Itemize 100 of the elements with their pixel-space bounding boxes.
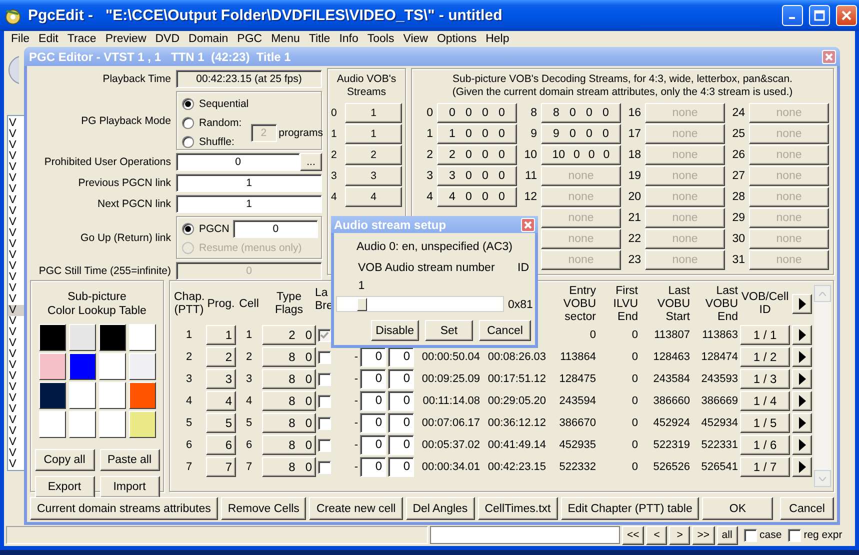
subpicture-stream-button[interactable]: 9 0 0 0 [541, 124, 621, 144]
color-swatch[interactable] [128, 353, 156, 380]
cancel-button[interactable]: Cancel [780, 497, 834, 520]
angle-field[interactable]: 0 [388, 413, 414, 433]
list-item[interactable]: V [8, 217, 24, 228]
prohibited-ops-field[interactable]: 0 [176, 153, 300, 171]
search-field[interactable] [430, 526, 620, 544]
flags-button[interactable]: 2 0 [262, 325, 316, 345]
browse-button[interactable]: ... [300, 153, 322, 171]
checkbox[interactable] [744, 528, 757, 542]
program-button[interactable]: 3 [206, 369, 236, 389]
flags-button[interactable]: 8 0 [262, 369, 316, 389]
menu-item[interactable]: File [7, 33, 35, 45]
flags-button[interactable]: 8 0 [262, 347, 316, 367]
previous-pgcn-field[interactable]: 1 [176, 174, 322, 192]
list-item[interactable]: V [8, 228, 24, 239]
list-item[interactable]: V [8, 360, 24, 371]
angle-field[interactable]: 0 [360, 391, 386, 411]
table-button[interactable]: Paste all [100, 449, 160, 471]
list-item[interactable]: V [8, 195, 24, 206]
angle-field[interactable]: 0 [388, 457, 414, 477]
color-swatch[interactable] [68, 382, 96, 409]
flags-button[interactable]: 8 0 [262, 435, 316, 455]
angle-field[interactable]: 0 [360, 347, 386, 367]
angle-field[interactable]: 0 [388, 435, 414, 455]
table-button[interactable]: Import [100, 476, 160, 498]
vob-cell-button[interactable]: 1 / 2 [740, 347, 790, 367]
menu-item[interactable]: Help [482, 33, 514, 45]
menu-item[interactable]: Preview [101, 33, 152, 45]
list-item[interactable]: V [8, 437, 24, 448]
program-button[interactable]: 5 [206, 413, 236, 433]
dialog-button[interactable]: Disable [370, 320, 419, 341]
list-item[interactable]: V [8, 382, 24, 393]
checkbox[interactable] [318, 416, 331, 430]
list-item[interactable]: V [8, 415, 24, 426]
expand-button[interactable] [792, 413, 812, 433]
checkbox[interactable] [318, 394, 331, 408]
table-button[interactable]: Copy all [34, 449, 94, 471]
audio-stream-button[interactable]: 2 [345, 145, 402, 165]
action-button[interactable]: CellTimes.txt [478, 497, 558, 520]
menu-item[interactable]: Domain [184, 33, 234, 45]
angle-field[interactable]: 0 [388, 347, 414, 367]
action-button[interactable]: Edit Chapter (PTT) table [560, 497, 700, 520]
angle-field[interactable]: 0 [360, 413, 386, 433]
list-item[interactable]: V [8, 118, 24, 129]
dialog-button[interactable]: Set [425, 320, 473, 341]
action-button[interactable]: Create new cell [309, 497, 403, 520]
list-item[interactable]: V [8, 426, 24, 437]
table-button[interactable]: Export [34, 476, 94, 498]
action-button[interactable]: Remove Cells [220, 497, 306, 520]
slider-thumb[interactable] [356, 298, 367, 311]
list-item[interactable]: V [8, 371, 24, 382]
menu-item[interactable]: PGC [233, 33, 268, 45]
expand-button[interactable] [792, 435, 812, 455]
vob-cell-button[interactable]: 1 / 7 [740, 457, 790, 477]
dialog-button[interactable]: Cancel [479, 320, 531, 341]
pgcn-field[interactable]: 0 [233, 220, 318, 238]
vob-cell-button[interactable]: 1 / 3 [740, 369, 790, 389]
radio-button[interactable] [182, 136, 194, 148]
subpicture-stream-button[interactable]: 2 0 0 0 [437, 145, 517, 165]
angle-field[interactable]: 0 [388, 369, 414, 389]
list-item[interactable]: V [8, 283, 24, 294]
nav-button[interactable]: > [669, 526, 690, 544]
subpicture-stream-button[interactable]: 4 0 0 0 [437, 187, 517, 207]
color-swatch[interactable] [38, 411, 66, 438]
slider-track[interactable] [336, 296, 504, 312]
subpicture-stream-button[interactable]: 1 0 0 0 [437, 124, 517, 144]
color-swatch[interactable] [128, 324, 156, 351]
audio-stream-button[interactable]: 1 [345, 103, 402, 123]
next-pgcn-field[interactable]: 1 [176, 195, 322, 213]
list-item[interactable]: V [8, 272, 24, 283]
checkbox[interactable] [318, 372, 331, 386]
color-swatch[interactable] [68, 324, 96, 351]
list-item[interactable]: V [8, 393, 24, 404]
list-item[interactable]: V [8, 239, 24, 250]
minimize-button[interactable] [782, 5, 803, 26]
menu-item[interactable]: Menu [267, 33, 305, 45]
checkbox[interactable] [318, 460, 331, 474]
list-item[interactable]: V [8, 129, 24, 140]
flags-button[interactable]: 8 0 [262, 457, 316, 477]
menu-item[interactable]: View [399, 33, 433, 45]
program-button[interactable]: 4 [206, 391, 236, 411]
list-item[interactable]: V [8, 448, 24, 459]
menu-item[interactable]: Options [432, 33, 482, 45]
radio-button[interactable] [182, 117, 194, 129]
list-item[interactable]: V [8, 184, 24, 195]
color-swatch[interactable] [68, 411, 96, 438]
program-button[interactable]: 2 [206, 347, 236, 367]
menu-item[interactable]: Tools [363, 33, 400, 45]
radio-button[interactable] [182, 223, 194, 235]
expand-button[interactable] [792, 457, 812, 477]
menu-item[interactable]: Title [304, 33, 336, 45]
list-item[interactable]: V [8, 459, 24, 470]
vob-cell-button[interactable]: 1 / 1 [740, 325, 790, 345]
color-swatch[interactable] [128, 411, 156, 438]
color-swatch[interactable] [38, 382, 66, 409]
menu-item[interactable]: Info [335, 33, 364, 45]
color-swatch[interactable] [98, 324, 126, 351]
radio-button[interactable] [182, 98, 194, 110]
expand-button[interactable] [792, 347, 812, 367]
